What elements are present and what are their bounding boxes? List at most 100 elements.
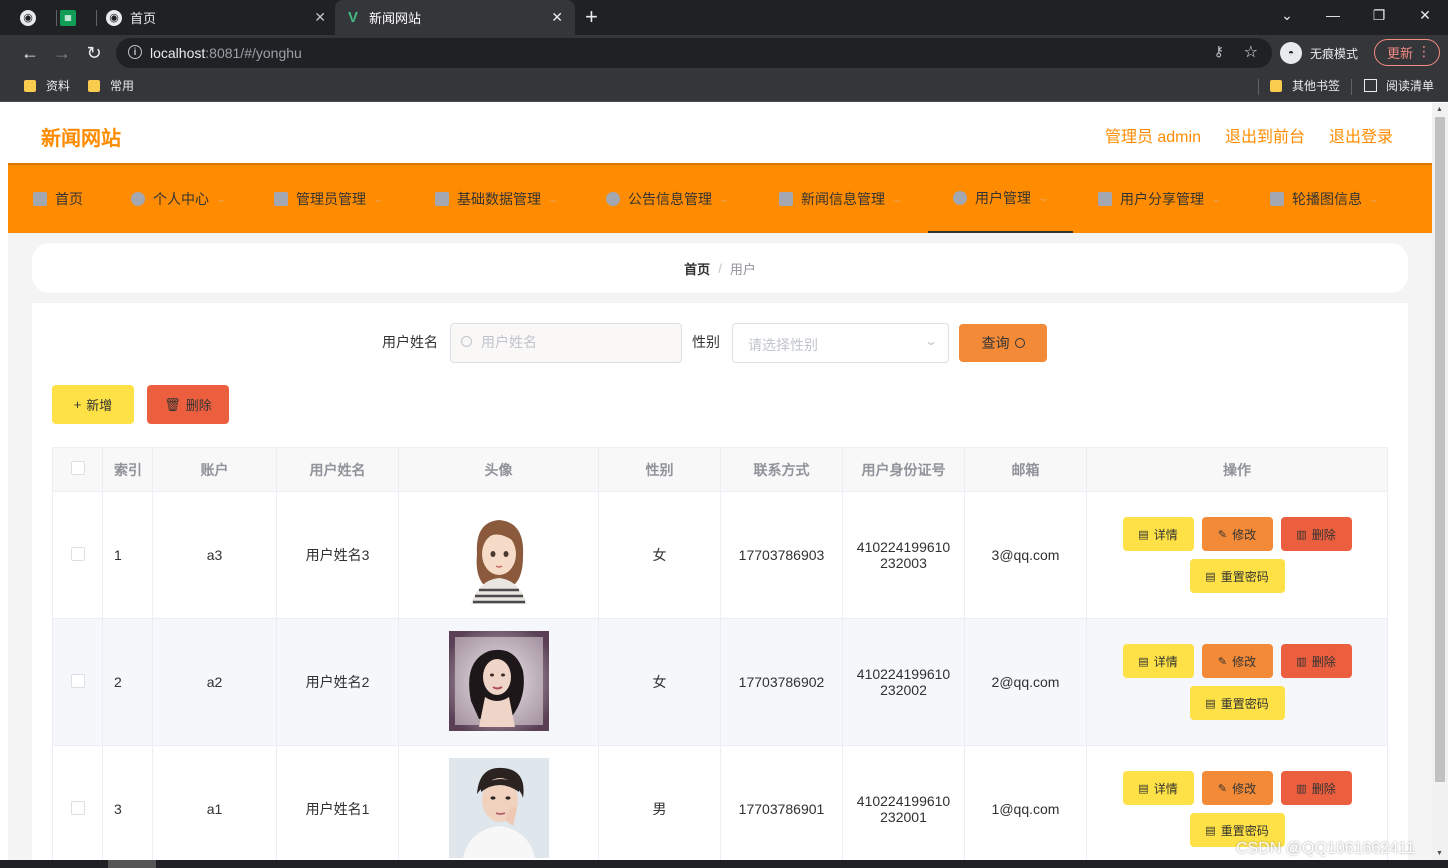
scrollbar-thumb[interactable] <box>1435 117 1445 782</box>
nav-item-news[interactable]: 新闻信息管理 ⌄ <box>779 165 904 233</box>
detail-button[interactable]: ▤ 详情 <box>1122 517 1194 551</box>
account-cell: a1 <box>152 745 277 860</box>
mail-icon <box>274 192 288 206</box>
delete-button[interactable]: ▥ 删除 <box>1280 517 1352 551</box>
row-checkbox[interactable] <box>70 673 85 688</box>
detail-button[interactable]: ▤ 详情 <box>1122 644 1194 678</box>
folder-icon <box>24 79 36 92</box>
tab-home[interactable]: ◉ 首页 ✕ <box>100 0 332 35</box>
chevron-down-icon: ⌄ <box>372 193 385 205</box>
phone-cell: 17703786903 <box>720 491 843 619</box>
edit-label: 修改 <box>1232 781 1257 796</box>
nav-item-base-data[interactable]: 基础数据管理 ⌄ <box>435 165 559 233</box>
reset-password-button[interactable]: ▤ 重置密码 <box>1189 686 1285 720</box>
restore-icon[interactable]: ❐ <box>1356 0 1402 30</box>
bookmark-folder[interactable]: 常用 <box>88 77 134 94</box>
delete-button[interactable]: ▥ 删除 <box>1280 771 1352 805</box>
tab-globe[interactable]: ◉ <box>20 0 57 35</box>
site-title: 新闻网站 <box>41 128 121 150</box>
reset-password-label: 重置密码 <box>1220 823 1269 838</box>
nav-item-user-share[interactable]: 用户分享管理 ⌄ <box>1098 165 1222 233</box>
key-icon[interactable]: ⚷ <box>1214 43 1224 60</box>
minimize-icon[interactable]: — <box>1310 0 1356 30</box>
chevron-down-icon: ⌄ <box>718 193 731 205</box>
name-search-input[interactable] <box>481 334 671 350</box>
close-icon[interactable]: ✕ <box>551 9 563 26</box>
scroll-down-icon[interactable]: ▼ <box>1436 850 1443 857</box>
bookmark-separator <box>1258 79 1259 95</box>
document-icon: ▤ <box>1138 655 1149 668</box>
chevron-down-icon[interactable]: ⌄ <box>1264 0 1310 30</box>
index-cell: 3 <box>102 745 153 860</box>
detail-button[interactable]: ▤ 详情 <box>1122 771 1194 805</box>
nav-item-carousel[interactable]: 轮播图信息 ⌄ <box>1270 165 1380 233</box>
row-checkbox[interactable] <box>70 800 85 815</box>
query-button[interactable]: 查询 <box>959 324 1047 362</box>
id-number-cell: 410224199610 232002 <box>842 618 965 746</box>
address-bar[interactable]: i localhost:8081/#/yonghu ⚷ ☆ <box>116 38 1272 68</box>
bookmark-label: 阅读清单 <box>1386 79 1435 93</box>
nav-item-notice[interactable]: 公告信息管理 ⌄ <box>606 165 731 233</box>
row-checkbox[interactable] <box>70 546 85 561</box>
reload-icon[interactable]: ↻ <box>82 41 106 65</box>
operations-cell: ▤ 详情 ✎ 修改 ▥ 删除 ▤ 重置密码 <box>1086 618 1388 746</box>
edit-button[interactable]: ✎ 修改 <box>1201 517 1273 551</box>
globe-icon: ◉ <box>106 9 122 26</box>
incognito-label: 无痕模式 <box>1310 46 1359 61</box>
tab-label: 首页 <box>130 11 157 26</box>
nav-item-home[interactable]: 首页 <box>33 165 83 233</box>
close-icon[interactable]: ✕ <box>314 9 326 26</box>
column-header: 邮箱 <box>964 447 1087 492</box>
other-bookmarks[interactable]: 其他书签 <box>1270 77 1340 94</box>
delete-button[interactable]: ▥ 删除 <box>1280 644 1352 678</box>
window-close-icon[interactable]: ✕ <box>1402 0 1448 30</box>
avatar[interactable] <box>448 757 549 858</box>
plus-icon: + <box>73 397 82 412</box>
update-button[interactable]: 更新 ⋮ <box>1374 39 1440 66</box>
info-icon[interactable]: i <box>128 45 142 59</box>
name-cell: 用户姓名2 <box>276 618 399 746</box>
back-icon[interactable]: ← <box>18 41 42 65</box>
exit-to-frontend-link[interactable]: 退出到前台 <box>1225 123 1305 147</box>
taskbar-item[interactable] <box>108 860 156 868</box>
bookmark-folder[interactable]: 资料 <box>24 77 70 94</box>
update-label: 更新 <box>1387 46 1414 61</box>
reset-password-button[interactable]: ▤ 重置密码 <box>1189 559 1285 593</box>
incognito-indicator[interactable]: ◓ 无痕模式 <box>1280 40 1358 66</box>
new-tab-icon[interactable]: + <box>585 4 598 30</box>
nav-item-personal-center[interactable]: 个人中心 ⌄ <box>131 165 227 233</box>
id-number-line: 410224199610 <box>856 539 951 555</box>
nav-item-user-management[interactable]: 用户管理 ⌄ <box>928 165 1073 233</box>
vertical-scrollbar[interactable]: ▲ ▼ <box>1432 103 1448 860</box>
logout-link[interactable]: 退出登录 <box>1329 123 1393 147</box>
breadcrumb-home[interactable]: 首页 <box>684 259 710 278</box>
avatar[interactable] <box>448 630 549 731</box>
batch-delete-button[interactable]: 🗑 删除 <box>147 385 229 424</box>
nav-item-admin-management[interactable]: 管理员管理 ⌄ <box>274 165 385 233</box>
nav-label: 轮播图信息 <box>1292 191 1362 207</box>
share-icon <box>1098 192 1112 206</box>
tab-separator <box>96 10 97 26</box>
scroll-up-icon[interactable]: ▲ <box>1436 106 1443 113</box>
tab-sheets[interactable]: ▦ <box>60 0 97 35</box>
gender-select[interactable]: 请选择性别 ⌄ <box>732 323 949 363</box>
name-cell: 用户姓名3 <box>276 491 399 619</box>
detail-label: 详情 <box>1153 527 1178 542</box>
data-icon <box>435 192 449 206</box>
forward-icon[interactable]: → <box>50 41 74 65</box>
news-icon <box>779 192 793 206</box>
admin-user-link[interactable]: 管理员 admin <box>1105 123 1201 147</box>
chevron-down-icon: ⌄ <box>891 193 904 205</box>
folder-icon <box>88 79 100 92</box>
add-button[interactable]: + 新增 <box>52 385 134 424</box>
header-links: 管理员 admin 退出到前台 退出登录 <box>1105 123 1393 147</box>
edit-button[interactable]: ✎ 修改 <box>1201 771 1273 805</box>
select-all-checkbox[interactable] <box>70 461 85 475</box>
star-icon[interactable]: ☆ <box>1244 42 1258 62</box>
reading-list[interactable]: 阅读清单 <box>1364 77 1434 94</box>
tab-active-news-site[interactable]: V 新闻网站 ✕ <box>335 0 575 35</box>
name-search-field[interactable] <box>450 323 682 363</box>
edit-button[interactable]: ✎ 修改 <box>1201 644 1273 678</box>
gender-placeholder: 请选择性别 <box>748 337 818 353</box>
avatar[interactable] <box>448 503 549 604</box>
